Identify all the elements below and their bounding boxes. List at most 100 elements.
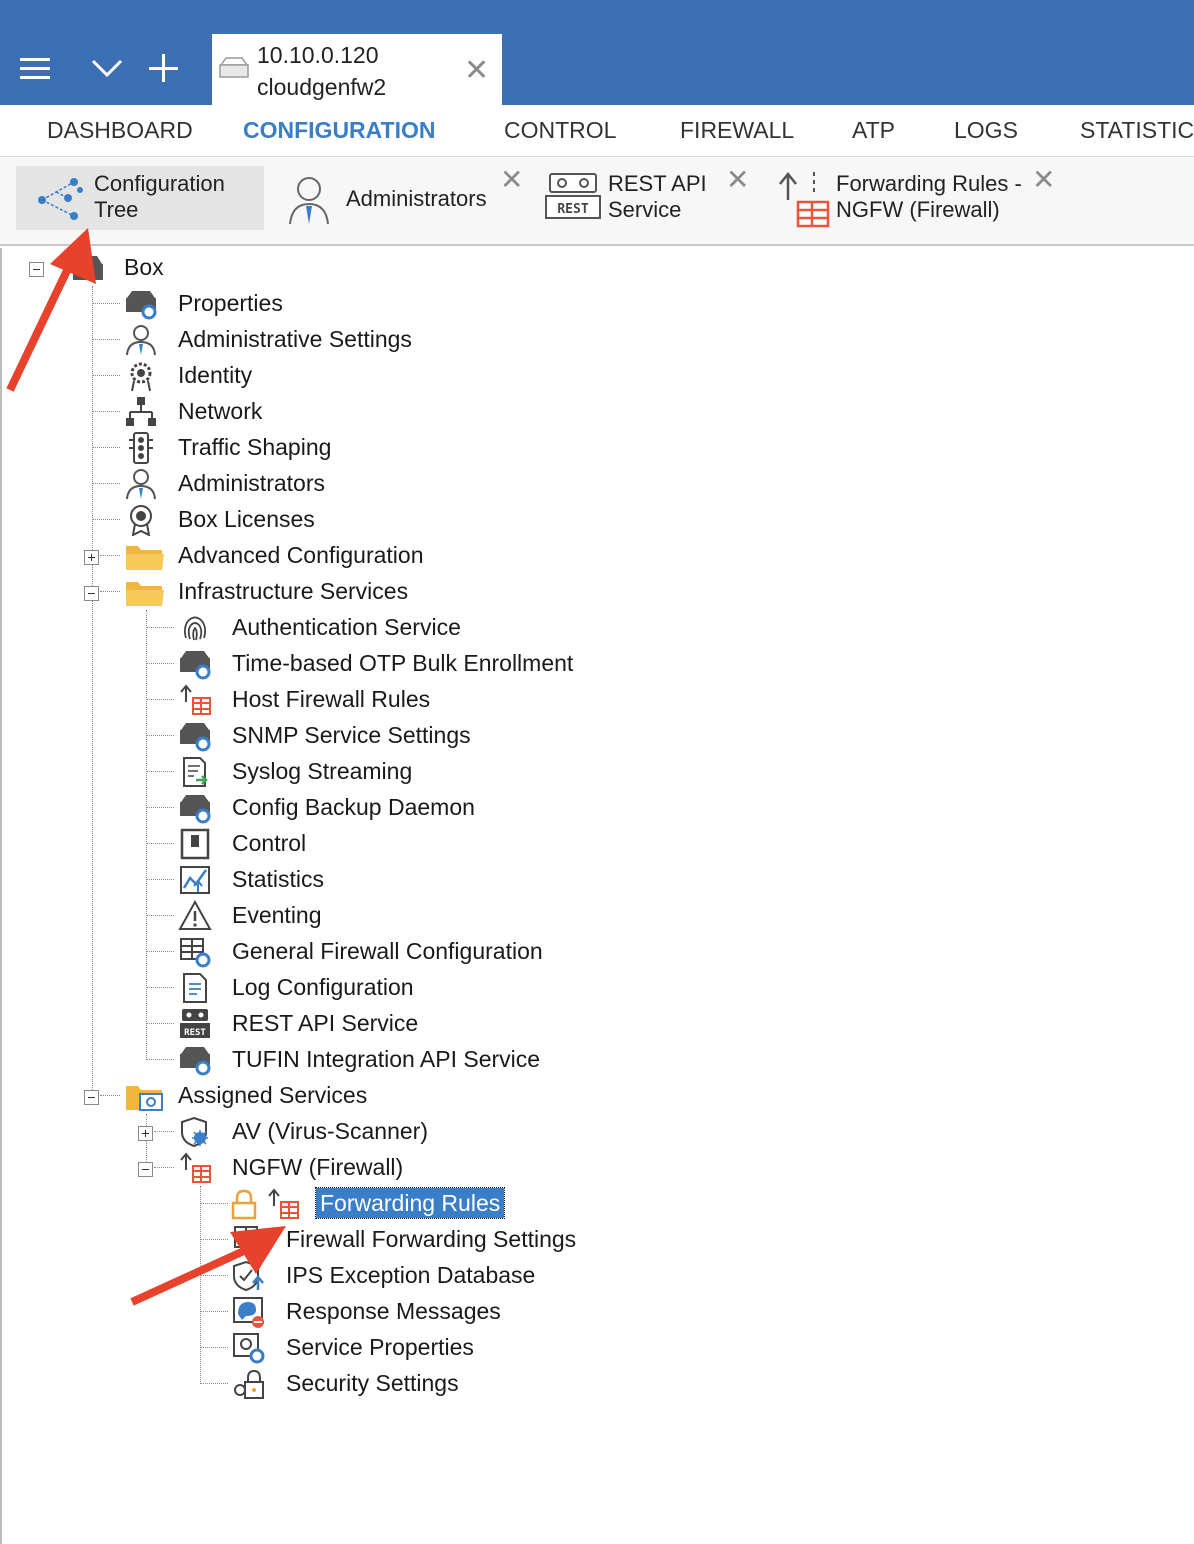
tree-node-label: Traffic Shaping: [178, 434, 332, 460]
tree-node-label: Service Properties: [286, 1334, 474, 1360]
tree-node-rest-api-service[interactable]: REST REST API Service: [178, 1006, 678, 1042]
tree-node-label: Infrastructure Services: [178, 578, 409, 604]
administrator-icon: [126, 325, 156, 356]
log-stream-icon: [183, 757, 208, 787]
tree-node-label: TUFIN Integration API Service: [232, 1046, 541, 1072]
tree-node-firewall-forwarding-settings[interactable]: Firewall Forwarding Settings: [232, 1222, 732, 1258]
tree-node-general-firewall-configuration[interactable]: General Firewall Configuration: [178, 934, 678, 970]
menu-statistics[interactable]: STATISTICS: [1080, 117, 1194, 144]
fingerprint-icon: [183, 616, 207, 641]
close-tab-icon[interactable]: ✕: [464, 56, 489, 86]
tree-node-control[interactable]: Control: [178, 826, 678, 862]
new-tab-plus-icon[interactable]: [146, 50, 180, 84]
tree-node-eventing[interactable]: Eventing: [178, 898, 678, 934]
tree-node-label: AV (Virus-Scanner): [232, 1118, 428, 1144]
tree-node-ips-exception-database[interactable]: IPS Exception Database: [232, 1258, 732, 1294]
tree-connector: [146, 987, 174, 988]
tab-label-line2: Service: [608, 197, 682, 222]
tree-connector: [200, 1203, 228, 1204]
document-icon: [183, 973, 207, 1003]
tree-node-label: Host Firewall Rules: [232, 686, 431, 712]
tree-connector: [146, 843, 174, 844]
chevron-down-icon[interactable]: [90, 52, 124, 82]
tree-connector: [146, 1114, 147, 1168]
tab-forwarding-rules[interactable]: Forwarding Rules - NGFW (Firewall) ✕: [770, 166, 1070, 230]
tree-node-response-messages[interactable]: Response Messages: [232, 1294, 732, 1330]
menu-configuration[interactable]: CONFIGURATION: [243, 117, 436, 144]
tree-node-infrastructure-services[interactable]: Infrastructure Services: [124, 574, 524, 610]
tree-node-advanced-configuration[interactable]: Advanced Configuration: [124, 538, 524, 574]
device-settings-icon: [180, 723, 211, 752]
collapse-infrastructure-services-toggle[interactable]: [84, 586, 99, 601]
tree-node-label: Assigned Services: [178, 1082, 368, 1108]
tree-node-snmp-service-settings[interactable]: SNMP Service Settings: [178, 718, 678, 754]
hamburger-menu-icon[interactable]: [20, 56, 52, 82]
tree-node-authentication-service[interactable]: Authentication Service: [178, 610, 678, 646]
folder-icon: [126, 546, 164, 570]
tree-node-config-backup-daemon[interactable]: Config Backup Daemon: [178, 790, 678, 826]
tree-node-label: Security Settings: [286, 1370, 459, 1396]
expand-av-toggle[interactable]: [138, 1126, 153, 1141]
tree-connector: [146, 951, 174, 952]
tab-administrators[interactable]: Administrators ✕: [282, 166, 527, 230]
collapse-assigned-services-toggle[interactable]: [84, 1090, 99, 1105]
virus-shield-icon: [181, 1116, 208, 1148]
connection-tab[interactable]: 10.10.0.120 cloudgenfw2 ✕: [212, 34, 502, 106]
annotation-arrow-right: [130, 1226, 286, 1306]
tree-node-label: Statistics: [232, 866, 325, 892]
menu-atp[interactable]: ATP: [852, 117, 895, 144]
close-tab-icon[interactable]: ✕: [500, 166, 523, 194]
menu-logs[interactable]: LOGS: [954, 117, 1018, 144]
expand-advanced-configuration-toggle[interactable]: [84, 550, 99, 565]
tree-node-ngfw-firewall[interactable]: NGFW (Firewall): [178, 1150, 578, 1186]
tree-icon: [38, 178, 83, 220]
tree-node-identity[interactable]: Identity: [124, 358, 524, 394]
tree-node-log-configuration[interactable]: Log Configuration: [178, 970, 678, 1006]
tree-node-administrators[interactable]: Administrators: [124, 466, 524, 502]
tree-connector: [92, 286, 93, 1098]
collapse-ngfw-toggle[interactable]: [138, 1162, 153, 1177]
device-icon: [219, 57, 249, 78]
tree-connector: [146, 699, 174, 700]
tab-rest-api-service[interactable]: REST REST API Service ✕: [542, 166, 757, 230]
identity-badge-icon: [130, 362, 152, 392]
tab-label-line2: NGFW (Firewall): [836, 197, 1000, 222]
tree-node-tufin-integration[interactable]: TUFIN Integration API Service: [178, 1042, 678, 1078]
tree-node-host-firewall-rules[interactable]: Host Firewall Rules: [178, 682, 678, 718]
rest-api-icon: REST: [180, 1009, 210, 1038]
tree-node-label: Box Licenses: [178, 506, 315, 532]
tree-node-statistics[interactable]: Statistics: [178, 862, 678, 898]
statistics-chart-icon: [180, 866, 210, 894]
tree-node-administrative-settings[interactable]: Administrative Settings: [124, 322, 524, 358]
tree-connector: [92, 483, 120, 484]
close-tab-icon[interactable]: ✕: [726, 166, 749, 194]
tree-node-traffic-shaping[interactable]: Traffic Shaping: [124, 430, 524, 466]
tree-node-assigned-services[interactable]: Assigned Services: [124, 1078, 524, 1114]
tree-node-label: Box: [124, 254, 164, 280]
tree-node-label: Forwarding Rules: [314, 1187, 506, 1219]
tree-node-time-based-otp[interactable]: Time-based OTP Bulk Enrollment: [178, 646, 678, 682]
tree-node-network[interactable]: Network: [124, 394, 524, 430]
tree-node-label: SNMP Service Settings: [232, 722, 471, 748]
tree-node-label: Firewall Forwarding Settings: [286, 1226, 577, 1252]
tree-node-security-settings[interactable]: Security Settings: [232, 1366, 732, 1402]
menu-dashboard[interactable]: DASHBOARD: [47, 117, 193, 144]
tree-node-av-virus-scanner[interactable]: AV (Virus-Scanner): [178, 1114, 578, 1150]
tree-node-label: Time-based OTP Bulk Enrollment: [232, 650, 574, 676]
tree-node-box-licenses[interactable]: Box Licenses: [124, 502, 524, 538]
menu-control[interactable]: CONTROL: [504, 117, 616, 144]
tree-connector: [100, 591, 120, 592]
svg-text:REST: REST: [557, 202, 588, 217]
tree-node-syslog-streaming[interactable]: Syslog Streaming: [178, 754, 678, 790]
tree-connector: [146, 735, 174, 736]
tree-node-label: Administrative Settings: [178, 326, 412, 352]
administrator-icon: [126, 469, 156, 500]
tree-node-label: Advanced Configuration: [178, 542, 424, 568]
close-tab-icon[interactable]: ✕: [1032, 166, 1055, 194]
folder-icon: [126, 582, 164, 606]
menu-firewall[interactable]: FIREWALL: [680, 117, 794, 144]
tree-node-properties[interactable]: Properties: [124, 286, 524, 322]
tree-node-service-properties[interactable]: Service Properties: [232, 1330, 732, 1366]
main-menu: DASHBOARD CONFIGURATION CONTROL FIREWALL…: [0, 105, 1194, 157]
forwarding-rules-icon: [779, 171, 830, 228]
